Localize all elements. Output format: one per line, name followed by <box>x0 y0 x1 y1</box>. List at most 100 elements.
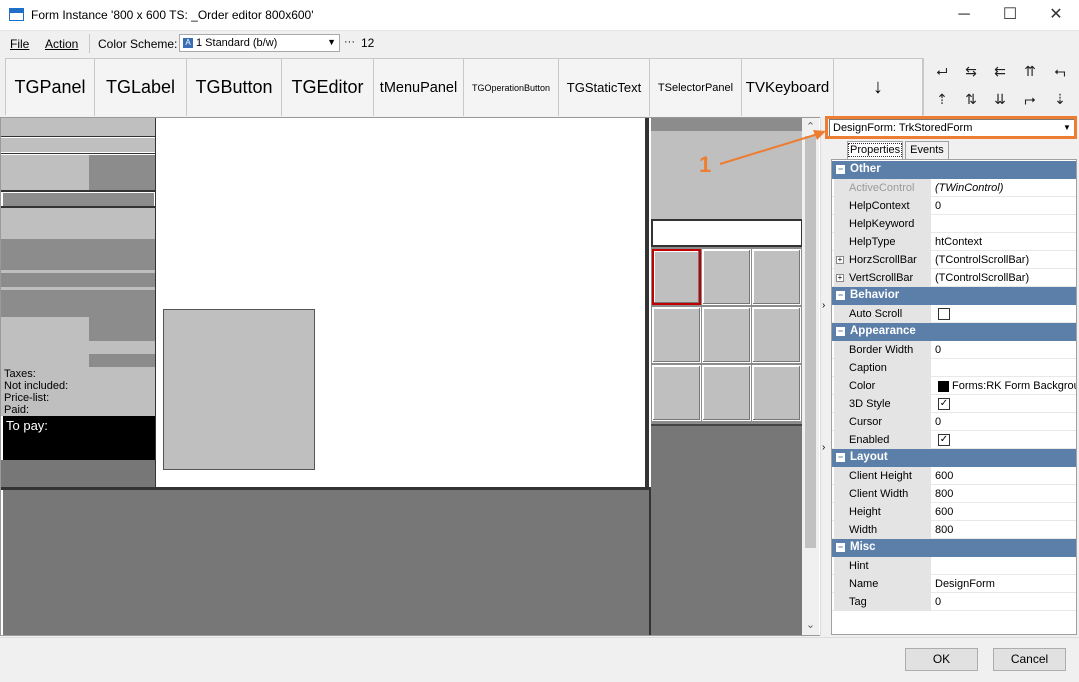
canvas-scrollbar[interactable]: ⌃ ⌄ <box>802 118 819 635</box>
property-row[interactable]: 3D Style ✓ <box>832 395 1076 413</box>
property-row[interactable]: Border Width 0 <box>832 341 1076 359</box>
left-panel-block[interactable] <box>89 155 155 190</box>
tab-properties[interactable]: Properties <box>847 141 903 159</box>
tool-tvkeyboard-button[interactable]: TVKeyboard <box>742 59 834 116</box>
chevron-right-icon[interactable]: › <box>822 442 825 453</box>
tool-tgoperationbutton-button[interactable]: TGOperationButton <box>464 59 559 116</box>
left-panel-block[interactable] <box>1 290 155 317</box>
property-value[interactable]: (TWinControl) <box>935 179 1076 197</box>
property-value[interactable]: DesignForm <box>935 575 1076 593</box>
property-row[interactable]: Caption <box>832 359 1076 377</box>
left-panel-bar[interactable] <box>1 273 155 287</box>
tool-tgstatictext-button[interactable]: TGStaticText <box>559 59 650 116</box>
left-panel-block[interactable] <box>89 354 155 367</box>
keypad-key[interactable] <box>752 307 801 363</box>
inner-panel[interactable] <box>163 309 315 470</box>
keypad-key[interactable] <box>652 365 701 421</box>
tab-events[interactable]: Events <box>905 141 949 159</box>
property-value[interactable]: 600 <box>935 503 1076 521</box>
space-v-icon[interactable]: ⇊ <box>987 88 1013 112</box>
property-value[interactable] <box>935 359 1076 377</box>
keypad-key[interactable] <box>752 249 801 305</box>
keypad-key[interactable] <box>702 307 751 363</box>
tool-tglabel-button[interactable]: TGLabel <box>95 59 187 116</box>
property-value[interactable]: 600 <box>935 467 1076 485</box>
color-scheme-select[interactable]: A 1 Standard (b/w) ▼ <box>179 34 340 52</box>
menu-action[interactable]: Action <box>45 37 78 51</box>
tool-tgpanel-button[interactable]: TGPanel <box>6 59 95 116</box>
section-appearance[interactable]: − Appearance <box>832 323 1076 341</box>
property-value[interactable]: ✓ <box>935 431 1076 449</box>
more-tools-down-arrow-icon[interactable]: ↓ <box>834 59 923 116</box>
panel-splitter[interactable]: › › <box>820 117 829 636</box>
same-height-icon[interactable]: ⇣ <box>1047 88 1073 112</box>
scrollbar-thumb[interactable] <box>805 136 816 548</box>
property-value[interactable]: ✓ <box>935 395 1076 413</box>
section-misc[interactable]: − Misc <box>832 539 1076 557</box>
cancel-button[interactable]: Cancel <box>993 648 1066 671</box>
left-panel-bar[interactable] <box>3 193 154 206</box>
property-value[interactable]: 800 <box>935 485 1076 503</box>
property-row[interactable]: VertScrollBar + (TControlScrollBar) <box>832 269 1076 287</box>
property-row[interactable]: Enabled ✓ <box>832 431 1076 449</box>
property-value[interactable]: 0 <box>935 341 1076 359</box>
property-row[interactable]: HorzScrollBar + (TControlScrollBar) <box>832 251 1076 269</box>
bottom-panel[interactable] <box>3 490 649 635</box>
align-left-icon[interactable]: ⮠ <box>929 60 955 84</box>
collapse-icon[interactable]: − <box>836 291 845 300</box>
left-panel-bar[interactable] <box>1 138 155 152</box>
section-layout[interactable]: − Layout <box>832 449 1076 467</box>
checkbox-checked[interactable]: ✓ <box>938 398 950 410</box>
checkbox-checked[interactable]: ✓ <box>938 434 950 446</box>
collapse-icon[interactable]: − <box>836 327 845 336</box>
left-panel-block[interactable] <box>89 317 155 341</box>
left-panel-bar[interactable] <box>1 118 155 136</box>
scroll-down-icon[interactable]: ⌄ <box>802 618 819 631</box>
minimize-button[interactable]: ─ <box>941 0 987 31</box>
right-panel-block[interactable] <box>651 424 803 635</box>
tool-tgeditor-button[interactable]: TGEditor <box>282 59 374 116</box>
keypad-key[interactable] <box>702 249 751 305</box>
section-behavior[interactable]: − Behavior <box>832 287 1076 305</box>
property-row[interactable]: Name DesignForm <box>832 575 1076 593</box>
property-value[interactable]: 0 <box>935 197 1076 215</box>
property-value[interactable]: (TControlScrollBar) <box>935 269 1076 287</box>
align-bottom-icon[interactable]: ⇡ <box>929 88 955 112</box>
section-other[interactable]: − Other <box>832 161 1076 179</box>
property-row[interactable]: Client Height 600 <box>832 467 1076 485</box>
property-value[interactable]: Forms:RK Form Backgrou <box>935 377 1076 395</box>
design-canvas[interactable]: Taxes: Not included: Price-list: Paid: T… <box>0 117 822 636</box>
property-row[interactable]: Height 600 <box>832 503 1076 521</box>
property-row[interactable]: Auto Scroll <box>832 305 1076 323</box>
align-hcenter-icon[interactable]: ⇆ <box>958 60 984 84</box>
property-row[interactable]: Tag 0 <box>832 593 1076 611</box>
checkbox-unchecked[interactable] <box>938 308 950 320</box>
property-row[interactable]: Hint <box>832 557 1076 575</box>
keypad-display[interactable] <box>651 219 803 247</box>
property-row[interactable]: ActiveControl (TWinControl) <box>832 179 1076 197</box>
expand-icon[interactable]: + <box>836 256 844 264</box>
property-row[interactable]: HelpType htContext <box>832 233 1076 251</box>
property-value[interactable] <box>935 215 1076 233</box>
keypad-key[interactable] <box>752 365 801 421</box>
align-vcenter-icon[interactable]: ⮢ <box>1047 60 1073 84</box>
property-row[interactable]: HelpContext 0 <box>832 197 1076 215</box>
scheme-more-button[interactable]: ··· <box>341 34 358 52</box>
keypad-key[interactable] <box>652 249 701 305</box>
maximize-button[interactable]: ☐ <box>987 0 1033 31</box>
close-button[interactable]: ✕ <box>1033 0 1079 31</box>
left-panel-block[interactable] <box>1 208 155 239</box>
property-row[interactable]: Color Forms:RK Form Backgrou <box>832 377 1076 395</box>
tool-tgbutton-button[interactable]: TGButton <box>187 59 282 116</box>
collapse-icon[interactable]: − <box>836 543 845 552</box>
tool-tselectorpanel-button[interactable]: TSelectorPanel <box>650 59 742 116</box>
property-value[interactable]: htContext <box>935 233 1076 251</box>
left-panel-block[interactable] <box>1 460 155 488</box>
same-width-icon[interactable]: ⮣ <box>1017 88 1043 112</box>
left-panel-block[interactable] <box>1 155 89 190</box>
keypad-key[interactable] <box>702 365 751 421</box>
property-value[interactable]: (TControlScrollBar) <box>935 251 1076 269</box>
menu-file[interactable]: File <box>10 37 29 51</box>
left-panel-block[interactable] <box>1 239 155 270</box>
left-panel-block[interactable] <box>89 341 155 354</box>
